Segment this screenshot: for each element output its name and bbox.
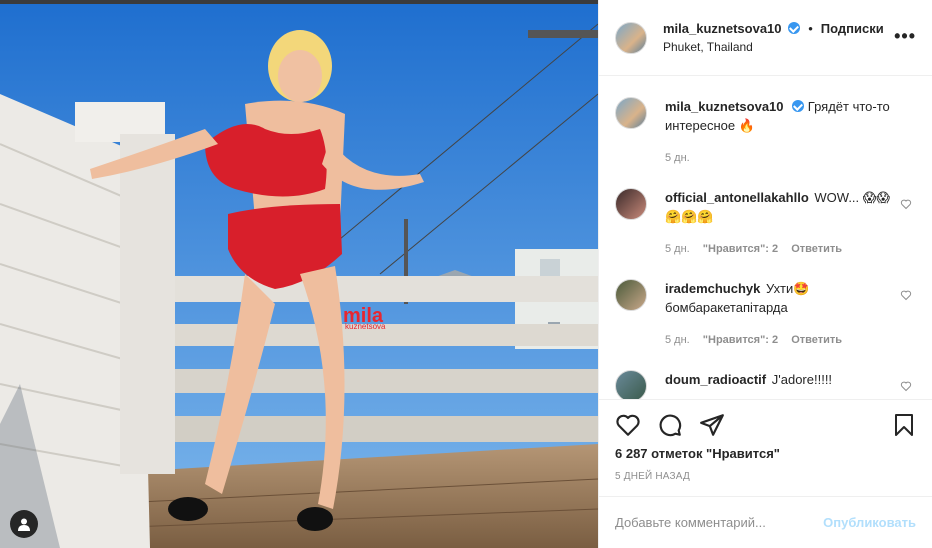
- post-date[interactable]: 5 дней назад: [615, 471, 916, 482]
- comment-likes[interactable]: "Нравится": 2: [703, 334, 778, 346]
- action-icons: [615, 408, 916, 442]
- heart-icon[interactable]: [900, 289, 912, 301]
- comment-time[interactable]: 5 дн.: [665, 334, 690, 346]
- comment-time[interactable]: 5 дн.: [665, 243, 690, 255]
- comments-list[interactable]: mila_kuznetsova10 Грядёт что-то интересн…: [599, 77, 932, 399]
- add-comment-bar: Опубликовать: [599, 496, 932, 548]
- verified-icon: [788, 22, 801, 34]
- bookmark-icon[interactable]: [892, 412, 916, 438]
- likes-count[interactable]: 6 287 отметок "Нравится": [615, 446, 916, 461]
- comment-username[interactable]: doum_radioactif: [665, 372, 766, 387]
- reply-button[interactable]: Ответить: [791, 243, 842, 255]
- user-tag-button[interactable]: [10, 510, 38, 538]
- avatar[interactable]: [615, 279, 647, 311]
- caption: mila_kuznetsova10 Грядёт что-то интересн…: [615, 97, 916, 168]
- comment-text: J'adore!!!!!: [771, 372, 833, 387]
- watermark-subtext: kuznetsova: [345, 322, 386, 331]
- comment-username[interactable]: irademchuchyk: [665, 281, 760, 296]
- comment-item: official_antonellakahllo WOW... 😱😱🤗🤗🤗 5 …: [615, 188, 916, 259]
- comment-username[interactable]: official_antonellakahllo: [665, 190, 809, 205]
- avatar[interactable]: [615, 97, 647, 129]
- heart-icon[interactable]: [900, 380, 912, 392]
- post-actions: 6 287 отметок "Нравится" 5 дней назад: [599, 399, 932, 495]
- comment-input[interactable]: [615, 515, 824, 530]
- avatar[interactable]: [615, 21, 647, 54]
- more-icon[interactable]: •••: [894, 27, 916, 45]
- verified-icon: [792, 100, 805, 112]
- user-tag-icon: [18, 518, 30, 531]
- caption-username[interactable]: mila_kuznetsova10: [665, 99, 784, 114]
- heart-icon[interactable]: [615, 412, 641, 438]
- separator-dot: •: [808, 21, 813, 36]
- comment-item: irademchuchyk Ухти🤩 бомбаракетапітарда 5…: [615, 279, 916, 350]
- heart-icon[interactable]: [900, 198, 912, 210]
- post-username[interactable]: mila_kuznetsova10: [663, 21, 782, 36]
- follow-button[interactable]: Подписки: [821, 21, 884, 36]
- reply-button[interactable]: Ответить: [791, 334, 842, 346]
- post-panel: mila_kuznetsova10 • Подписки Phuket, Tha…: [598, 0, 932, 548]
- caption-time[interactable]: 5 дн.: [665, 152, 690, 164]
- publish-button[interactable]: Опубликовать: [823, 515, 916, 530]
- post-location[interactable]: Phuket, Thailand: [663, 38, 884, 56]
- photo-image: mila kuznetsova: [0, 4, 598, 548]
- avatar[interactable]: [615, 188, 647, 220]
- comment-likes[interactable]: "Нравится": 2: [703, 243, 778, 255]
- header-text: mila_kuznetsova10 • Подписки Phuket, Tha…: [663, 19, 884, 56]
- avatar[interactable]: [615, 370, 647, 399]
- comment-item: doum_radioactif J'adore!!!!!: [615, 370, 916, 399]
- post-header: mila_kuznetsova10 • Подписки Phuket, Tha…: [599, 0, 932, 76]
- comment-icon[interactable]: [657, 412, 683, 438]
- post-photo[interactable]: mila kuznetsova: [0, 4, 598, 548]
- share-icon[interactable]: [699, 412, 725, 438]
